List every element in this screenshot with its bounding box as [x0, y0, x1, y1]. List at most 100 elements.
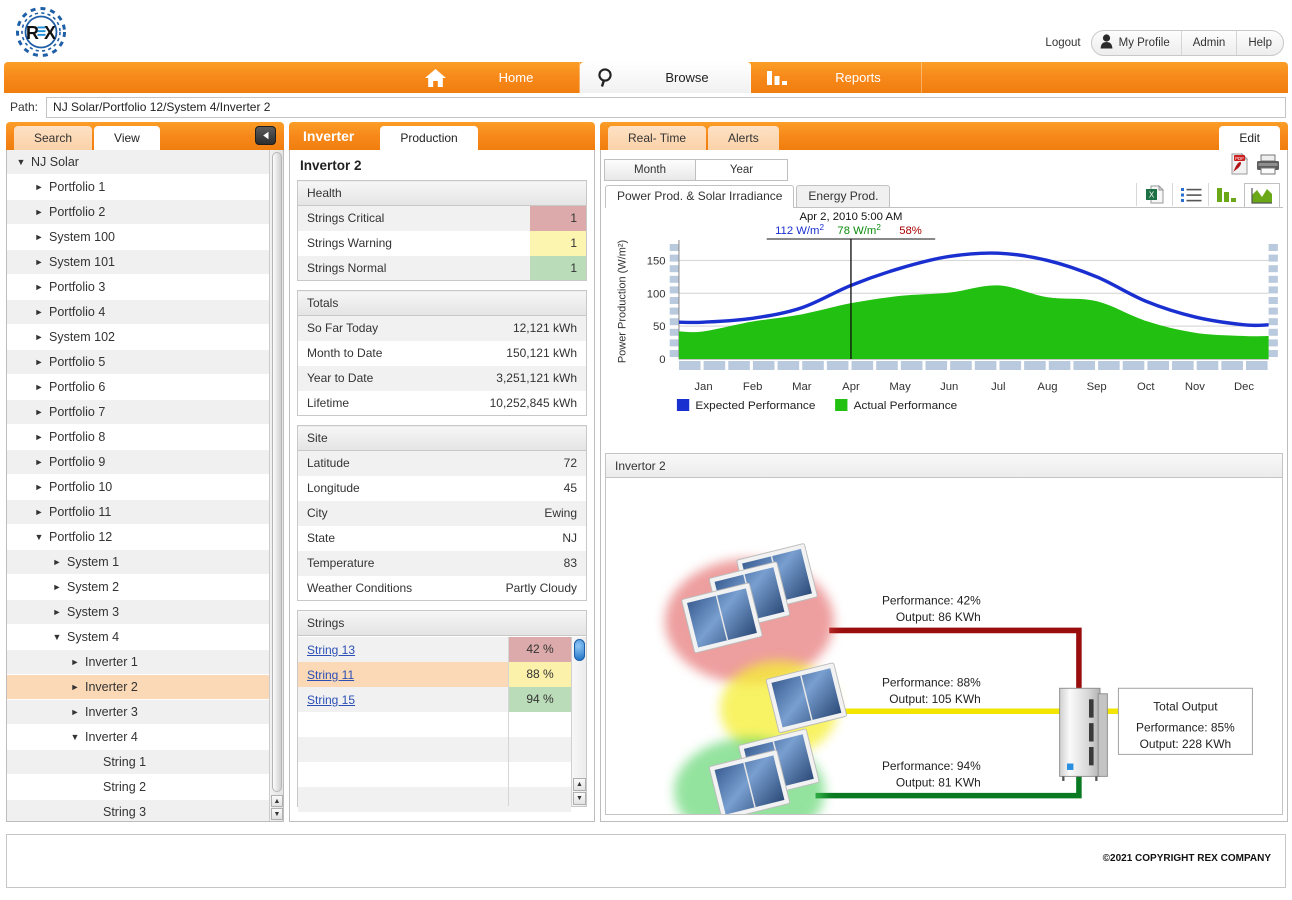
path-label: Path: — [10, 100, 39, 114]
tree-item-system-3[interactable]: ► System 3 — [7, 600, 269, 625]
twisty-collapsed-icon[interactable]: ► — [31, 407, 47, 417]
tree-item-string-2[interactable]: String 2 — [7, 775, 269, 800]
twisty-collapsed-icon[interactable]: ► — [31, 207, 47, 217]
twisty-collapsed-icon[interactable]: ► — [31, 507, 47, 517]
period-month-button[interactable]: Month — [605, 159, 696, 180]
nav-item-reports[interactable]: Reports — [751, 62, 922, 93]
bar-chart-icon[interactable] — [1208, 183, 1244, 206]
tree-item-system-2[interactable]: ► System 2 — [7, 575, 269, 600]
collapse-sidebar-button[interactable] — [255, 126, 276, 145]
printer-icon[interactable] — [1256, 154, 1280, 178]
tree-item-inverter-2[interactable]: ► Inverter 2 — [7, 675, 269, 700]
twisty-collapsed-icon[interactable]: ► — [67, 707, 83, 717]
tree-item-portfolio-11[interactable]: ► Portfolio 11 — [7, 500, 269, 525]
tree-item-portfolio-10[interactable]: ► Portfolio 10 — [7, 475, 269, 500]
tree-item-portfolio-3[interactable]: ► Portfolio 3 — [7, 275, 269, 300]
admin-button[interactable]: Admin — [1180, 31, 1237, 55]
twisty-collapsed-icon[interactable]: ► — [31, 332, 47, 342]
tree-scrollbar[interactable]: ▲ ▼ — [269, 150, 283, 821]
tree-item-nj-solar[interactable]: ▼ NJ Solar — [7, 150, 269, 175]
tab-search[interactable]: Search — [14, 126, 93, 150]
twisty-collapsed-icon[interactable]: ► — [31, 432, 47, 442]
logout-link[interactable]: Logout — [1045, 37, 1080, 49]
tree-item-inverter-1[interactable]: ► Inverter 1 — [7, 650, 269, 675]
excel-export-icon[interactable]: X — [1136, 183, 1172, 206]
tree-scroll-down-button[interactable]: ▼ — [271, 808, 283, 820]
tab-view[interactable]: View — [94, 126, 160, 150]
list-view-icon[interactable] — [1172, 183, 1208, 206]
twisty-collapsed-icon[interactable]: ► — [31, 382, 47, 392]
tree-item-portfolio-12[interactable]: ▼ Portfolio 12 — [7, 525, 269, 550]
tab-real-time[interactable]: Real- Time — [608, 126, 707, 150]
nav-item-home[interactable]: Home — [409, 62, 580, 93]
twisty-expanded-icon[interactable]: ▼ — [67, 732, 83, 742]
tree-item-portfolio-4[interactable]: ► Portfolio 4 — [7, 300, 269, 325]
tree-item-label: System 100 — [49, 230, 116, 244]
twisty-collapsed-icon[interactable]: ► — [49, 607, 65, 617]
tree-item-system-101[interactable]: ► System 101 — [7, 250, 269, 275]
tree-scrollbar-thumb[interactable] — [272, 152, 282, 792]
chart-y-tick: 0 — [659, 354, 665, 366]
help-button[interactable]: Help — [1236, 31, 1283, 55]
tree-item-system-1[interactable]: ► System 1 — [7, 550, 269, 575]
tree-item-system-100[interactable]: ► System 100 — [7, 225, 269, 250]
twisty-collapsed-icon[interactable]: ► — [31, 357, 47, 367]
string-row[interactable]: String 13 42 % — [298, 637, 571, 662]
chart-canvas: 0 50 100 150 Power Production (W/m²) Jan Feb Ma… — [616, 211, 1278, 412]
tree-item-portfolio-9[interactable]: ► Portfolio 9 — [7, 450, 269, 475]
tab-production[interactable]: Production — [380, 126, 478, 150]
tab-edit[interactable]: Edit — [1219, 126, 1280, 150]
tree-item-system-4[interactable]: ▼ System 4 — [7, 625, 269, 650]
twisty-collapsed-icon[interactable]: ► — [31, 307, 47, 317]
nav-item-browse[interactable]: Browse — [580, 62, 751, 93]
chart-tab-energy-prod[interactable]: Energy Prod. — [796, 185, 891, 207]
tab-alerts[interactable]: Alerts — [708, 126, 779, 150]
twisty-collapsed-icon[interactable]: ► — [49, 557, 65, 567]
tree-item-string-1[interactable]: String 1 — [7, 750, 269, 775]
twisty-expanded-icon[interactable]: ▼ — [13, 157, 29, 167]
twisty-expanded-icon[interactable]: ▼ — [49, 632, 65, 642]
twisty-expanded-icon[interactable]: ▼ — [31, 532, 47, 542]
twisty-collapsed-icon[interactable]: ► — [49, 582, 65, 592]
twisty-collapsed-icon[interactable]: ► — [31, 257, 47, 267]
string-link[interactable]: String 15 — [307, 693, 355, 707]
strings-scroll-up-button[interactable]: ▲ — [573, 778, 586, 791]
area-chart-icon[interactable] — [1244, 183, 1280, 207]
tree-scroll-up-button[interactable]: ▲ — [271, 795, 283, 807]
path-input[interactable] — [46, 96, 1286, 118]
pdf-icon[interactable]: PDF — [1230, 152, 1249, 178]
twisty-collapsed-icon[interactable]: ► — [67, 657, 83, 667]
tree-item-system-102[interactable]: ► System 102 — [7, 325, 269, 350]
tree-item-string-3[interactable]: String 3 — [7, 800, 269, 821]
inverter-device — [1059, 687, 1108, 781]
string-row[interactable]: String 11 88 % — [298, 662, 571, 687]
twisty-collapsed-icon[interactable]: ► — [31, 282, 47, 292]
tree-item-portfolio-8[interactable]: ► Portfolio 8 — [7, 425, 269, 450]
tree-item-portfolio-2[interactable]: ► Portfolio 2 — [7, 200, 269, 225]
rex-logo[interactable]: R X — [10, 6, 72, 58]
tree-item-portfolio-5[interactable]: ► Portfolio 5 — [7, 350, 269, 375]
twisty-collapsed-icon[interactable]: ► — [31, 232, 47, 242]
my-profile-button[interactable]: My Profile — [1092, 31, 1181, 55]
chart-legend-item: Expected Performance — [695, 399, 815, 412]
period-year-button[interactable]: Year — [696, 159, 787, 180]
twisty-collapsed-icon[interactable]: ► — [31, 457, 47, 467]
twisty-collapsed-icon[interactable]: ► — [31, 482, 47, 492]
string-row[interactable]: String 15 94 % — [298, 687, 571, 712]
tree-item-inverter-4[interactable]: ▼ Inverter 4 — [7, 725, 269, 750]
string-link[interactable]: String 13 — [307, 643, 355, 657]
twisty-collapsed-icon[interactable]: ► — [31, 182, 47, 192]
tree-tabstrip: Search View — [6, 122, 284, 150]
nav-label-home: Home — [498, 70, 534, 85]
tree-item-inverter-3[interactable]: ► Inverter 3 — [7, 700, 269, 725]
strings-scrollbar[interactable]: ▲ ▼ — [571, 637, 586, 806]
tree-item-portfolio-1[interactable]: ► Portfolio 1 — [7, 175, 269, 200]
chart-tab-power-irradiance[interactable]: Power Prod. & Solar Irradiance — [605, 185, 795, 208]
tree-item-portfolio-7[interactable]: ► Portfolio 7 — [7, 400, 269, 425]
strings-scrollbar-thumb[interactable] — [574, 639, 585, 661]
tree-item-portfolio-6[interactable]: ► Portfolio 6 — [7, 375, 269, 400]
strings-scroll-down-button[interactable]: ▼ — [573, 792, 586, 805]
twisty-collapsed-icon[interactable]: ► — [67, 682, 83, 692]
string-link[interactable]: String 11 — [307, 668, 354, 682]
totals-label-mtd: Month to Date — [297, 340, 434, 366]
